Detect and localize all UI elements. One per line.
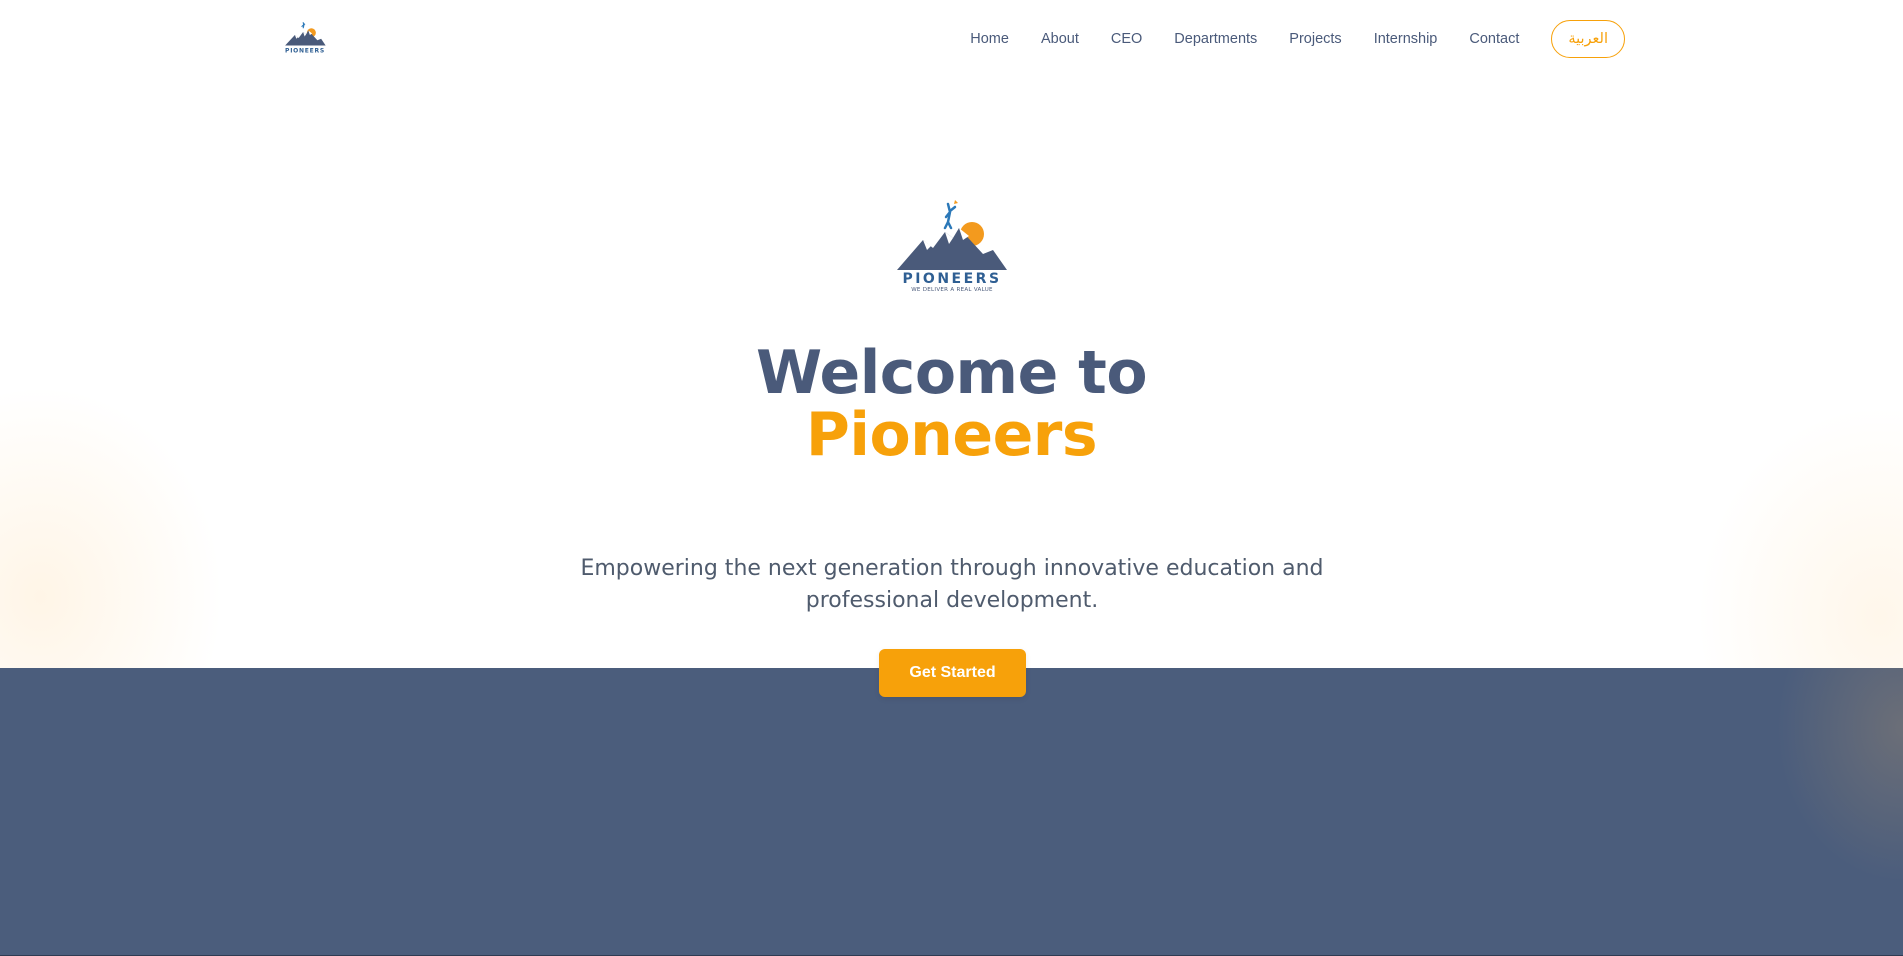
pioneers-logo-icon[interactable]: PIONEERS	[282, 20, 328, 56]
nav-ceo-link[interactable]: CEO	[1111, 31, 1142, 47]
hero-title-brand: Pioneers	[805, 400, 1098, 470]
header-logo-wordmark: PIONEERS	[285, 47, 325, 54]
site-header: PIONEERS Home About CEO Departments Proj…	[0, 0, 1903, 77]
lower-band	[0, 668, 1903, 956]
hero-subtitle: Empowering the next generation through i…	[580, 556, 1324, 613]
nav-projects-link[interactable]: Projects	[1289, 31, 1341, 47]
hero-logo-wordmark: PIONEERS	[902, 271, 1001, 287]
hero-title: Welcome to Pioneers	[0, 342, 1903, 466]
nav-home-link[interactable]: Home	[970, 31, 1009, 47]
get-started-button[interactable]: Get Started	[879, 649, 1026, 697]
nav-about-link[interactable]: About	[1041, 31, 1079, 47]
nav-contact-link[interactable]: Contact	[1469, 31, 1519, 47]
page: PIONEERS Home About CEO Departments Proj…	[0, 0, 1903, 956]
hero-logo-tagline: WE DELIVER A REAL VALUE	[911, 287, 993, 293]
language-switch-button[interactable]: العربية	[1551, 19, 1625, 58]
nav-internship-link[interactable]: Internship	[1374, 31, 1438, 47]
nav-departments-link[interactable]: Departments	[1174, 31, 1257, 47]
main-nav: Home About CEO Departments Projects Inte…	[938, 0, 1625, 77]
hero-logo-icon: PIONEERS WE DELIVER A REAL VALUE	[897, 200, 1007, 293]
hero-title-line1: Welcome to	[755, 338, 1148, 408]
